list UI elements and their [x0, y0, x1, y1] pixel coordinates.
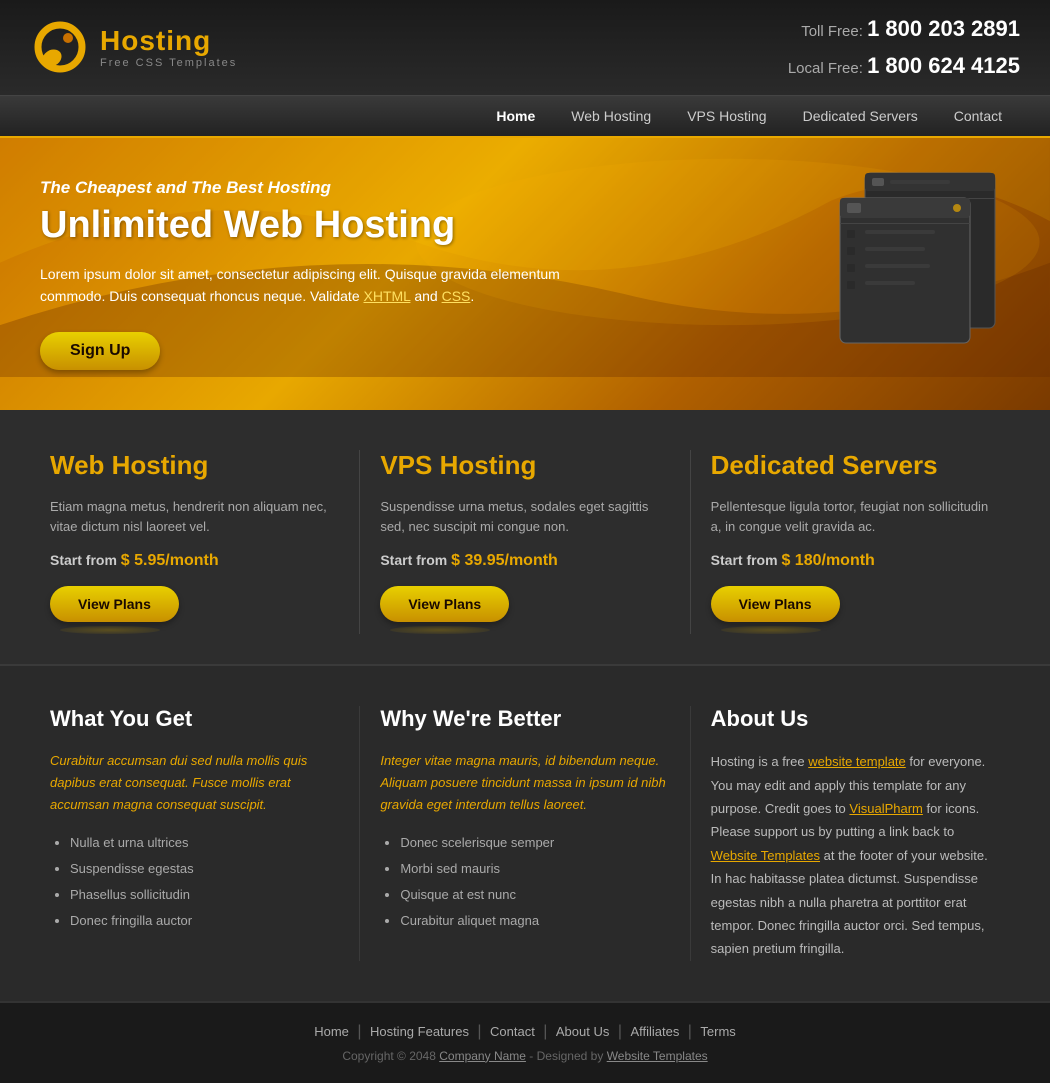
footer-sep: |	[543, 1023, 552, 1040]
vps-hosting-view-plans[interactable]: View Plans	[380, 586, 509, 622]
dedicated-servers-amount: $ 180/month	[781, 552, 874, 569]
nav-contact[interactable]: Contact	[936, 96, 1020, 136]
toll-free-number: 1 800 203 2891	[867, 16, 1020, 41]
nav-dedicated-servers[interactable]: Dedicated Servers	[785, 96, 936, 136]
nav-web-hosting[interactable]: Web Hosting	[553, 96, 669, 136]
web-hosting-title: Web Hosting	[50, 450, 339, 481]
hero-section: The Cheapest and The Best Hosting Unlimi…	[0, 138, 1050, 410]
footer-sep: |	[477, 1023, 486, 1040]
logo-area: Hosting Free CSS Templates	[30, 20, 237, 75]
why-better-list: Donec scelerisque semper Morbi sed mauri…	[380, 830, 669, 934]
plan-dedicated-servers: Dedicated Servers Pellentesque ligula to…	[691, 450, 1020, 635]
plan-web-hosting: Web Hosting Etiam magna metus, hendrerit…	[30, 450, 360, 635]
what-you-get-list: Nulla et urna ultrices Suspendisse egest…	[50, 830, 339, 934]
hero-description: Lorem ipsum dolor sit amet, consectetur …	[40, 263, 560, 308]
css-link[interactable]: CSS	[442, 288, 471, 304]
signup-button[interactable]: Sign Up	[40, 332, 160, 370]
website-template-link[interactable]: website template	[808, 754, 906, 769]
footer-link-terms[interactable]: Terms	[700, 1024, 735, 1039]
about-text-4: at the footer of your website. In hac ha…	[711, 848, 988, 957]
vps-hosting-amount: $ 39.95/month	[451, 552, 558, 569]
hero-desc-text: Lorem ipsum dolor sit amet, consectetur …	[40, 266, 560, 304]
info-what-you-get: What You Get Curabitur accumsan dui sed …	[30, 706, 360, 961]
dedicated-servers-start-from: Start from	[711, 552, 778, 568]
web-hosting-price: Start from $ 5.95/month	[50, 552, 339, 570]
vps-hosting-start-from: Start from	[380, 552, 447, 568]
list-item: Nulla et urna ultrices	[70, 830, 339, 856]
list-item: Morbi sed mauris	[400, 856, 669, 882]
logo-subtitle: Free CSS Templates	[100, 57, 237, 69]
toll-free-line: Toll Free: 1 800 203 2891	[788, 10, 1020, 47]
footer-link-home[interactable]: Home	[314, 1024, 349, 1039]
footer-link-affiliates[interactable]: Affiliates	[630, 1024, 679, 1039]
dedicated-servers-btn-reflection	[721, 626, 821, 634]
hero-content: The Cheapest and The Best Hosting Unlimi…	[40, 178, 560, 370]
list-item: Phasellus sollicitudin	[70, 882, 339, 908]
footer: Home | Hosting Features | Contact | Abou…	[0, 1001, 1050, 1083]
list-item: Donec fringilla auctor	[70, 908, 339, 934]
xhtml-link[interactable]: XHTML	[364, 288, 411, 304]
about-us-title: About Us	[711, 706, 1000, 732]
about-text-1: Hosting is a free	[711, 754, 805, 769]
dedicated-servers-price: Start from $ 180/month	[711, 552, 1000, 570]
hero-tagline: The Cheapest and The Best Hosting	[40, 178, 560, 198]
web-hosting-amount: $ 5.95/month	[121, 552, 219, 569]
website-templates-link[interactable]: Website Templates	[711, 848, 820, 863]
local-free-label: Local Free:	[788, 60, 863, 77]
what-you-get-title: What You Get	[50, 706, 339, 732]
visualpharm-link[interactable]: VisualPharm	[849, 801, 922, 816]
logo-text-area: Hosting Free CSS Templates	[100, 25, 237, 69]
web-hosting-start-from: Start from	[50, 552, 117, 568]
why-better-title: Why We're Better	[380, 706, 669, 732]
list-item: Donec scelerisque semper	[400, 830, 669, 856]
local-free-number: 1 800 624 4125	[867, 53, 1020, 78]
vps-hosting-desc: Suspendisse urna metus, sodales eget sag…	[380, 497, 669, 539]
web-hosting-view-plans[interactable]: View Plans	[50, 586, 179, 622]
footer-sep: |	[618, 1023, 627, 1040]
footer-sep: |	[357, 1023, 366, 1040]
info-section: What You Get Curabitur accumsan dui sed …	[0, 664, 1050, 1001]
designed-by-text: - Designed by	[529, 1049, 603, 1063]
web-hosting-desc: Etiam magna metus, hendrerit non aliquam…	[50, 497, 339, 539]
contact-info: Toll Free: 1 800 203 2891 Local Free: 1 …	[788, 10, 1020, 85]
hero-period: .	[470, 288, 474, 304]
web-hosting-btn-reflection	[60, 626, 160, 634]
footer-link-hosting-features[interactable]: Hosting Features	[370, 1024, 469, 1039]
vps-hosting-title: VPS Hosting	[380, 450, 669, 481]
hero-and: and	[414, 288, 437, 304]
logo-title: Hosting	[100, 25, 237, 57]
list-item: Suspendisse egestas	[70, 856, 339, 882]
vps-hosting-price: Start from $ 39.95/month	[380, 552, 669, 570]
what-you-get-text: Curabitur accumsan dui sed nulla mollis …	[50, 750, 339, 816]
nav-home[interactable]: Home	[478, 96, 553, 136]
footer-links: Home | Hosting Features | Contact | Abou…	[30, 1023, 1020, 1041]
about-us-text: Hosting is a free website template for e…	[711, 750, 1000, 961]
dedicated-servers-view-plans[interactable]: View Plans	[711, 586, 840, 622]
list-item: Quisque at est nunc	[400, 882, 669, 908]
footer-link-contact[interactable]: Contact	[490, 1024, 535, 1039]
why-better-text: Integer vitae magna mauris, id bibendum …	[380, 750, 669, 816]
vps-hosting-btn-reflection	[390, 626, 490, 634]
website-templates-footer-link[interactable]: Website Templates	[607, 1049, 708, 1063]
nav: Home Web Hosting VPS Hosting Dedicated S…	[0, 96, 1050, 138]
info-about-us: About Us Hosting is a free website templ…	[691, 706, 1020, 961]
list-item: Curabitur aliquet magna	[400, 908, 669, 934]
footer-copyright: Copyright © 2048 Company Name - Designed…	[30, 1049, 1020, 1063]
plan-vps-hosting: VPS Hosting Suspendisse urna metus, soda…	[360, 450, 690, 635]
company-name-link[interactable]: Company Name	[439, 1049, 526, 1063]
info-why-better: Why We're Better Integer vitae magna mau…	[360, 706, 690, 961]
hero-title: Unlimited Web Hosting	[40, 204, 560, 247]
toll-free-label: Toll Free:	[801, 23, 863, 40]
copyright-text: Copyright © 2048	[342, 1049, 436, 1063]
hero-server-image	[810, 158, 1030, 348]
dedicated-servers-title: Dedicated Servers	[711, 450, 1000, 481]
footer-link-about[interactable]: About Us	[556, 1024, 609, 1039]
dedicated-servers-desc: Pellentesque ligula tortor, feugiat non …	[711, 497, 1000, 539]
footer-sep: |	[688, 1023, 697, 1040]
nav-vps-hosting[interactable]: VPS Hosting	[669, 96, 784, 136]
local-free-line: Local Free: 1 800 624 4125	[788, 47, 1020, 84]
header: Hosting Free CSS Templates Toll Free: 1 …	[0, 0, 1050, 96]
plans-section: Web Hosting Etiam magna metus, hendrerit…	[0, 410, 1050, 665]
logo-icon	[30, 20, 90, 75]
